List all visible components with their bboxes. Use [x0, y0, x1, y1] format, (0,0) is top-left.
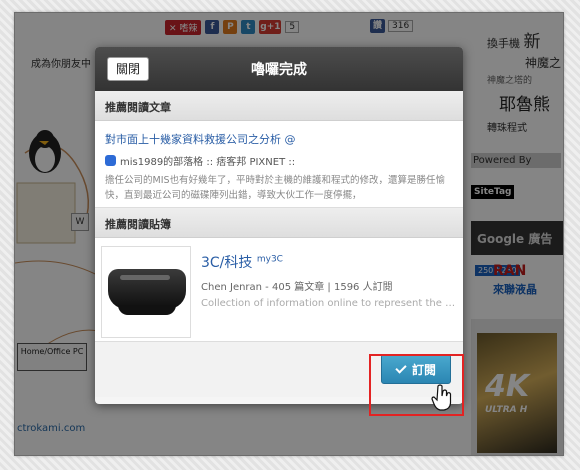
recommended-articles-header: 推薦閱讀文章: [95, 91, 463, 121]
hand-cursor-icon: [431, 384, 452, 411]
vr-headset-image: [108, 269, 186, 315]
magazine-meta: Chen Jenran - 405 篇文章 | 1596 人訂閱: [201, 282, 393, 293]
article-source: mis1989的部落格 :: 痞客邦 PIXNET ::: [105, 153, 453, 168]
blog-icon: [105, 155, 116, 166]
close-button[interactable]: 關閉: [107, 57, 150, 81]
modal-header: 關閉 嚕囉完成: [95, 47, 463, 91]
magazine-thumbnail[interactable]: [101, 246, 191, 338]
recommended-magazine: 3C/科技 my3C Chen Jenran - 405 篇文章 | 1596 …: [95, 238, 463, 342]
modal-title: 嚕囉完成: [251, 62, 307, 78]
magazine-description: Collection of information online to repr…: [201, 298, 457, 309]
magazine-title-link[interactable]: 3C/科技 my3C: [201, 252, 457, 272]
article-title-link[interactable]: 對市面上十幾家資料救援公司之分析 @: [105, 131, 453, 147]
article-summary: 擔任公司的MIS也有好幾年了，平時對於主機的維護和程式的修改，還算是勝任愉快，直…: [105, 175, 446, 201]
subscribe-modal: 關閉 嚕囉完成 推薦閱讀文章 對市面上十幾家資料救援公司之分析 @ mis198…: [95, 47, 463, 404]
recommended-article: 對市面上十幾家資料救援公司之分析 @ mis1989的部落格 :: 痞客邦 PI…: [95, 121, 463, 208]
recommended-magazines-header: 推薦閱讀貼簿: [95, 208, 463, 238]
